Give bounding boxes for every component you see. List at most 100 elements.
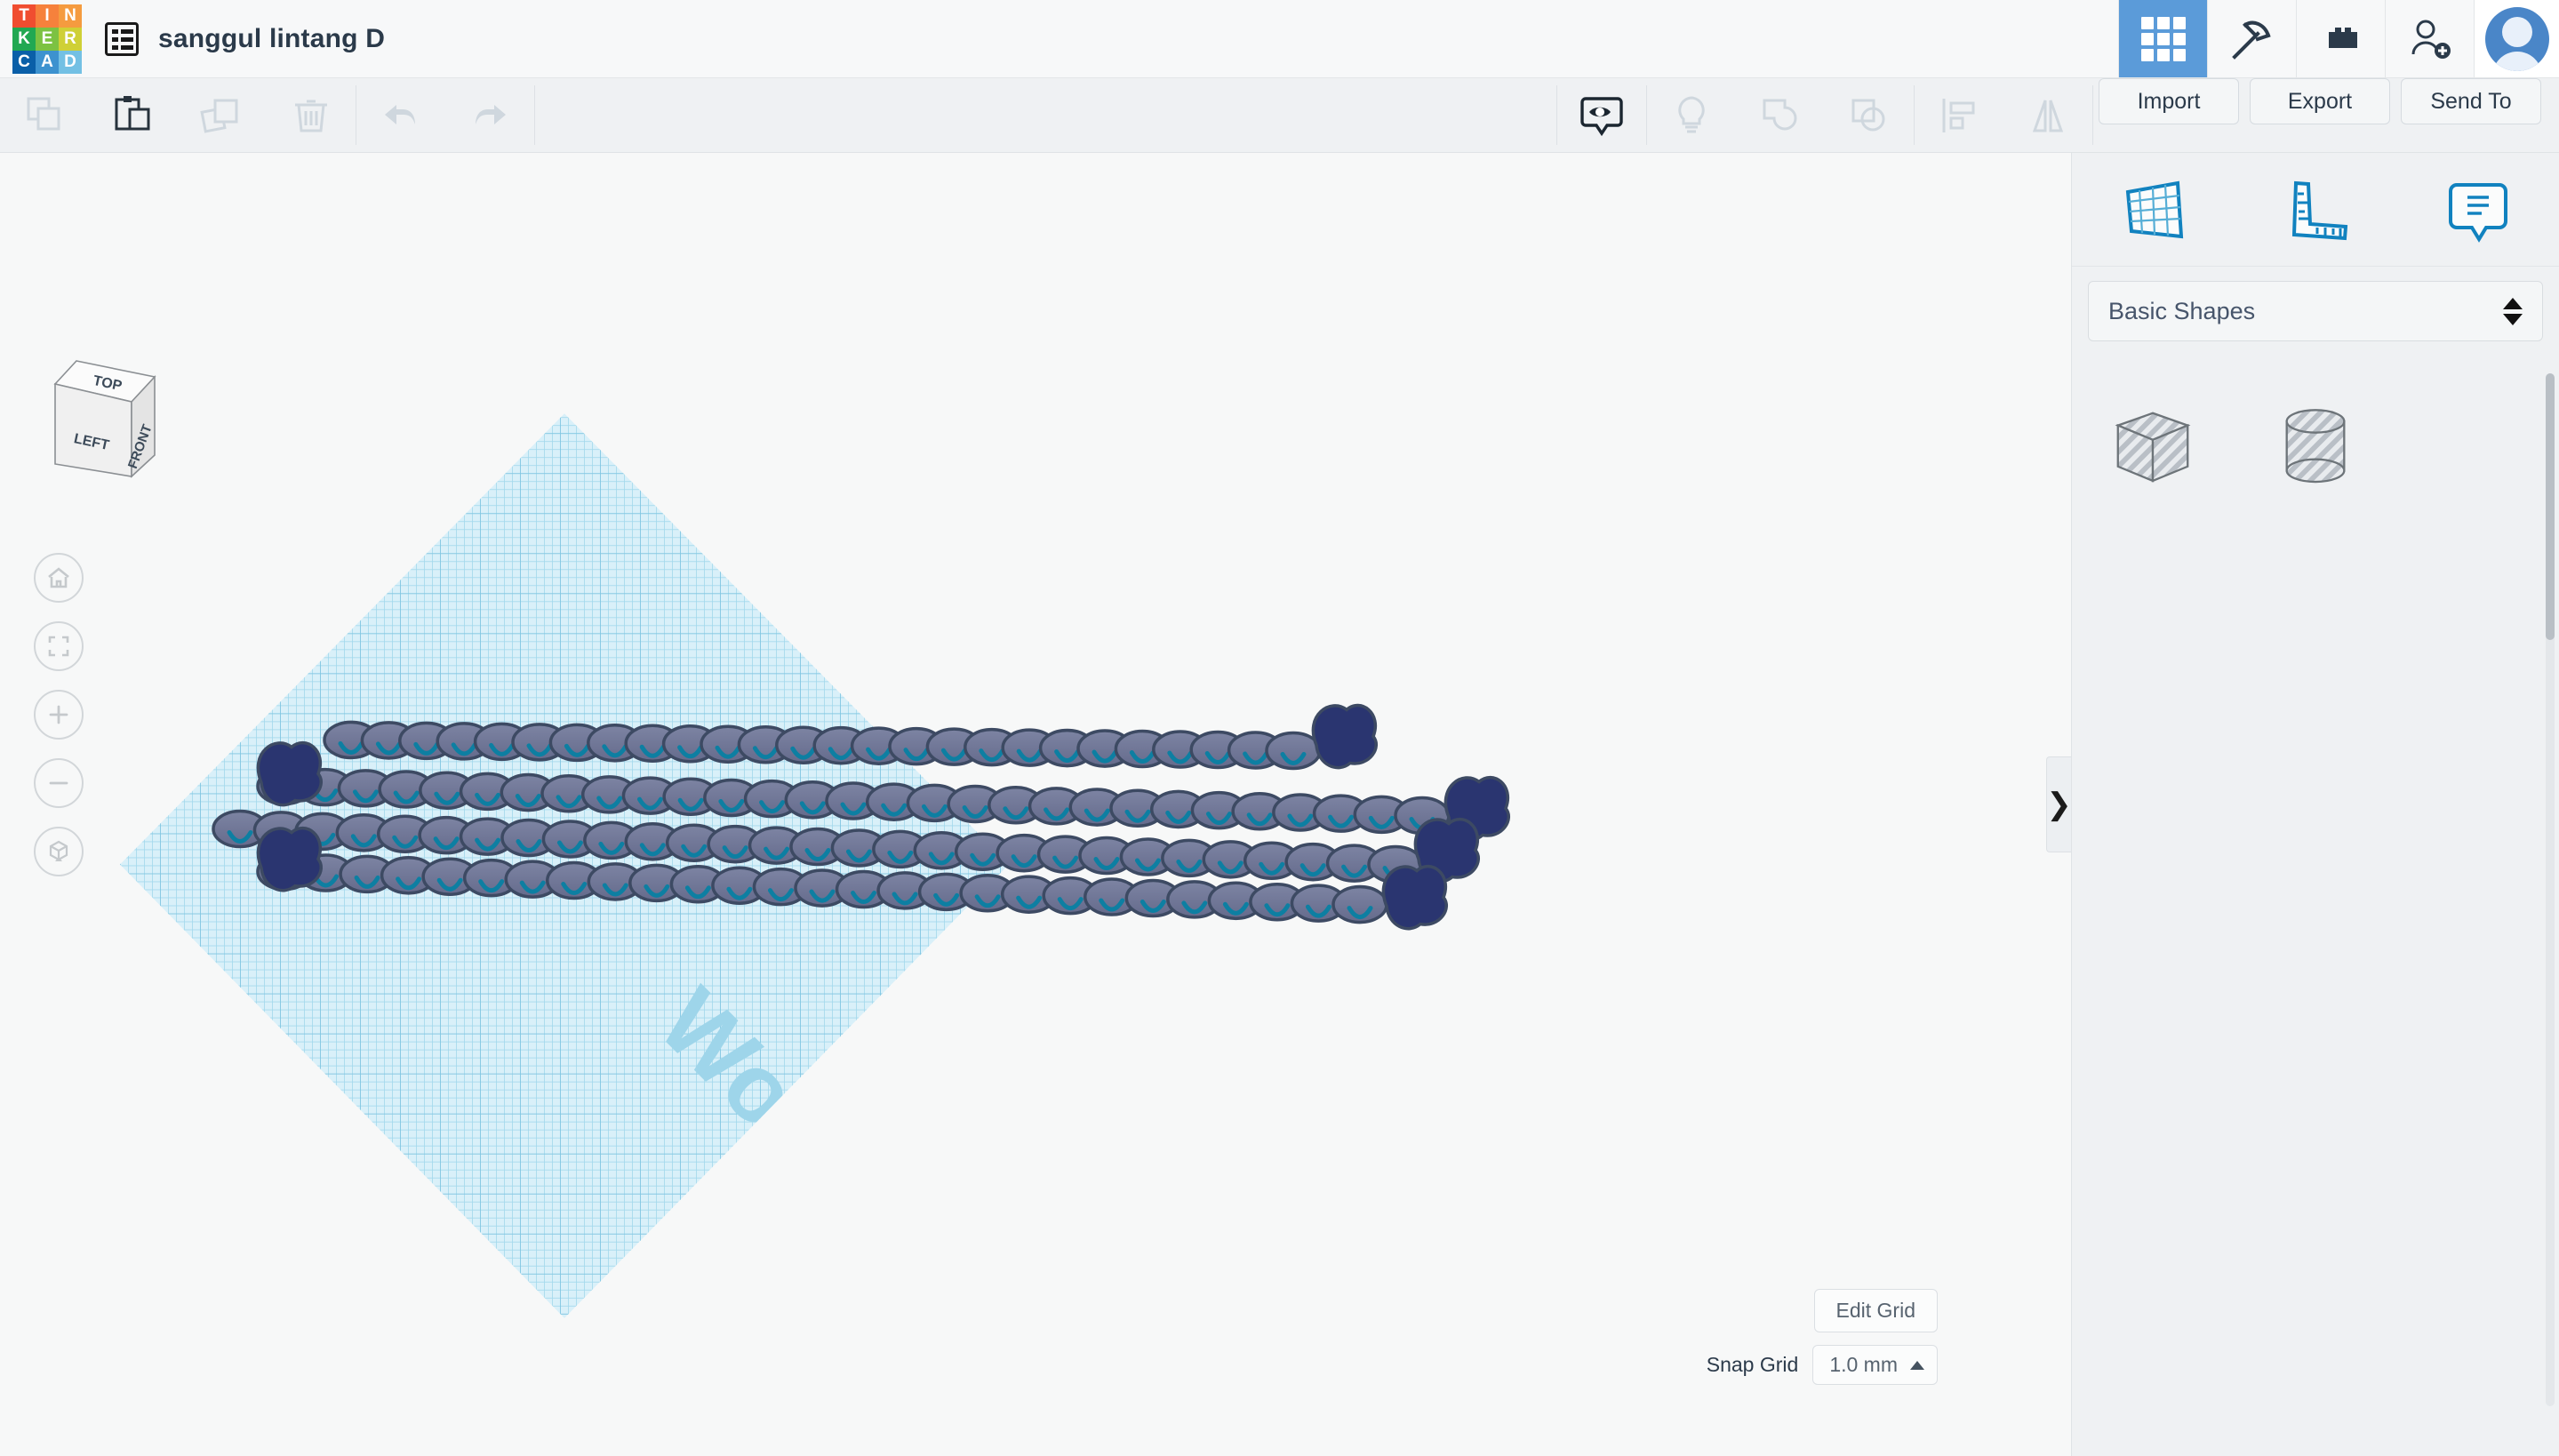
home-view-icon [48,567,69,588]
zoom-out-button[interactable] [34,758,84,808]
torus-shape[interactable]: undefined [2072,1120,2235,1269]
tab-workplane[interactable] [2072,172,2235,247]
add-person-icon [2411,20,2451,59]
redo-button[interactable] [445,78,534,153]
blocks-button[interactable] [2296,0,2385,77]
ruler-tab-icon [2291,180,2348,240]
align-icon [1942,99,1975,132]
half-sphere-shape[interactable]: undefined [2072,971,2235,1120]
model-endcap [1381,864,1449,931]
design-list-icon[interactable] [80,0,158,77]
hole-cylinder-shape[interactable] [2235,373,2397,523]
hole-cylinder-shape-icon [2285,409,2346,484]
ortho-perspective-icon [49,840,68,861]
workplane-scene: Workplane [120,413,1511,1318]
cone-shape-icon: undefined [2262,693,2369,800]
edit-grid-button[interactable]: Edit Grid [1813,1289,1938,1332]
roof-shape[interactable]: undefined [2072,672,2235,821]
logo-tile-c: C [12,50,36,74]
heart-shape-icon: undefined [2425,1141,2531,1248]
sphere-shape[interactable]: undefined [2235,523,2397,672]
tab-notes[interactable] [2396,172,2559,247]
text-shape[interactable]: undefined [2072,821,2235,971]
align-button[interactable] [1915,78,2003,153]
snap-grid-value: 1.0 mm [1829,1353,1898,1376]
box-shape[interactable]: undefined [2396,373,2559,523]
page-title: sanggul lintang D [158,23,386,53]
tube-shape[interactable]: undefined [2235,1120,2397,1269]
panel-scrollbar[interactable] [2546,373,2555,1406]
shapes-scroll-area[interactable]: undefined undefined undefined undefined unde… [2072,357,2559,1456]
box-shape-icon: undefined [2425,395,2531,501]
shape-category-select[interactable]: Basic Shapes [2088,281,2543,341]
sphere-shape-icon: undefined [2262,544,2369,651]
polygon-shape-icon: undefined [2262,992,2369,1099]
toolbar-divider [2092,85,2093,145]
paste-button[interactable] [89,78,178,153]
pickaxe-icon [2231,20,2271,60]
heart-shape[interactable]: undefined [2396,1120,2559,1269]
logo-tile-i: I [36,4,59,28]
view-cube[interactable]: TOP LEFT FRONT [23,341,201,519]
import-button[interactable]: Import [2099,78,2239,124]
export-button[interactable]: Export [2250,78,2390,124]
show-hide-button[interactable] [1557,78,1646,153]
tinkercad-app: TINKERCAD sanggul lintang D Import Expor… [0,0,2559,1456]
zoom-out-icon [49,781,68,785]
notes-tab-icon [2448,182,2507,243]
undo-button[interactable] [356,78,445,153]
model-endcap [256,740,324,807]
hole-box-shape[interactable] [2072,373,2235,523]
top-bar-actions [2118,0,2559,77]
copy-button[interactable] [0,78,89,153]
show-hide-eye-icon [1580,97,1623,137]
pyramid-shape[interactable]: undefined [2396,821,2559,971]
grid-controls: Edit Grid Snap Grid 1.0 mm [1707,1289,1938,1385]
workspace: Workplane TOP LEFT FRONT Edit Grid Snap … [0,153,2559,1456]
mirror-button[interactable] [2003,78,2092,153]
ortho-perspective-button[interactable] [34,827,84,876]
zoom-in-button[interactable] [34,690,84,740]
minecraft-button[interactable] [2207,0,2296,77]
round-roof-shape-icon: undefined [2425,693,2531,800]
scribble-shape[interactable]: undefined [2396,523,2559,672]
torus-shape-icon: undefined [2099,1141,2206,1248]
notes-button[interactable] [1647,78,1736,153]
wedge-shape[interactable]: undefined [2235,821,2397,971]
account-avatar-button[interactable] [2474,0,2559,77]
shape-category-value: Basic Shapes [2108,297,2256,324]
top-bar: TINKERCAD sanggul lintang D [0,0,2559,78]
tab-ruler[interactable] [2235,172,2397,247]
avatar [2484,6,2549,71]
paraboloid-shape[interactable]: undefined [2396,971,2559,1120]
group-button[interactable] [1736,78,1825,153]
cylinder-shape[interactable]: undefined [2072,523,2235,672]
tinkercad-logo[interactable]: TINKERCAD [0,0,82,77]
redo-arrow-icon [476,105,506,124]
ungroup-button[interactable] [1825,78,1914,153]
invite-button[interactable] [2385,0,2474,77]
lightbulb-icon [1678,96,1705,133]
shape-category-wrap: Basic Shapes [2072,267,2559,357]
snap-grid-select[interactable]: 1.0 mm [1812,1345,1938,1385]
gallery-grid-button[interactable] [2118,0,2207,77]
roof-shape-icon: undefined [2099,693,2206,800]
delete-trash-icon [295,100,327,132]
fit-to-view-icon [48,636,69,657]
panel-collapse-handle[interactable]: ❯ [2046,756,2071,852]
3d-canvas[interactable]: Workplane TOP LEFT FRONT Edit Grid Snap … [0,153,2071,1456]
view-navigation-buttons [34,553,84,876]
ungroup-icon [1851,99,1885,132]
fit-to-view-button[interactable] [34,621,84,671]
polygon-shape[interactable]: undefined [2235,971,2397,1120]
logo-tile-d: D [59,50,82,74]
shapes-grid: undefined undefined undefined undefined unde… [2072,373,2559,1269]
delete-button[interactable] [267,78,356,153]
send-to-button[interactable]: Send To [2401,78,2541,124]
home-view-button[interactable] [34,553,84,603]
text-shape-icon: undefined [2099,843,2206,949]
cone-shape[interactable]: undefined [2235,672,2397,821]
workplane-watermark: Workplane [639,968,1009,1318]
duplicate-button[interactable] [178,78,267,153]
round-roof-shape[interactable]: undefined [2396,672,2559,821]
